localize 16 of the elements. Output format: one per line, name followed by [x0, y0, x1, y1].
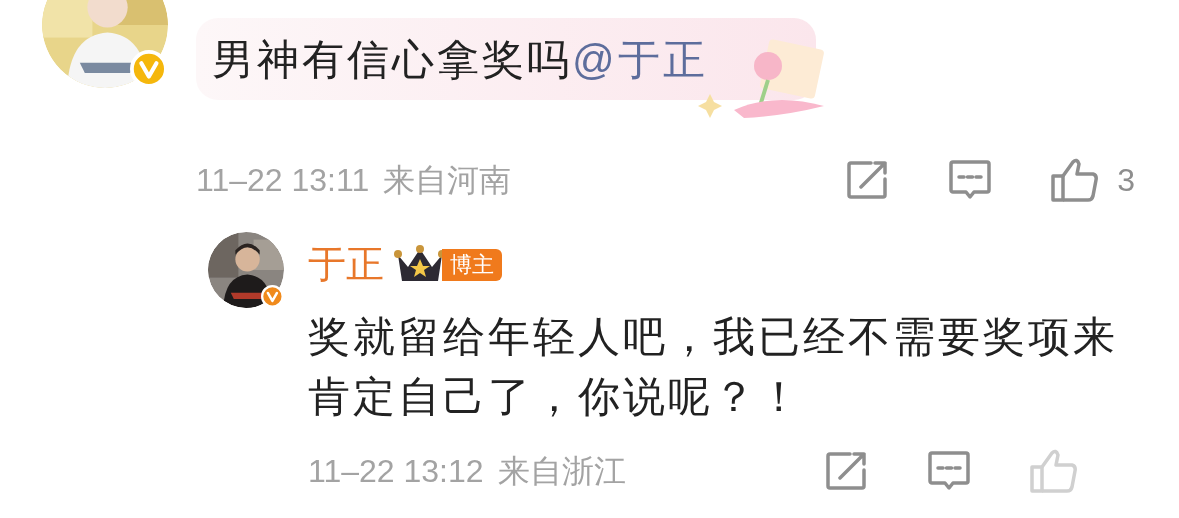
comment-location: 来自河南	[383, 161, 512, 200]
comment-time: 11–22 13:11	[196, 161, 370, 200]
user-name[interactable]: 于正	[308, 236, 384, 293]
reply-text: 奖就留给年轻人吧，我已经不需要奖项来肯定自己了，你说呢？！	[308, 312, 1119, 422]
comment-location: 来自浙江	[497, 452, 626, 491]
comment-icon[interactable]	[949, 160, 992, 200]
share-icon[interactable]	[847, 161, 890, 199]
thumbs-up-icon[interactable]	[1030, 449, 1078, 493]
share-icon[interactable]	[826, 452, 868, 490]
mention-link[interactable]: @于正	[572, 35, 708, 83]
comment-icon[interactable]	[928, 451, 970, 491]
blogger-badge: 博主	[442, 248, 502, 281]
comment-text: 男神有信心拿奖吗	[212, 35, 572, 83]
like-count: 3	[1117, 161, 1135, 200]
thumbs-up-icon[interactable]	[1051, 158, 1100, 202]
comment-time: 11–22 13:12	[308, 452, 484, 491]
